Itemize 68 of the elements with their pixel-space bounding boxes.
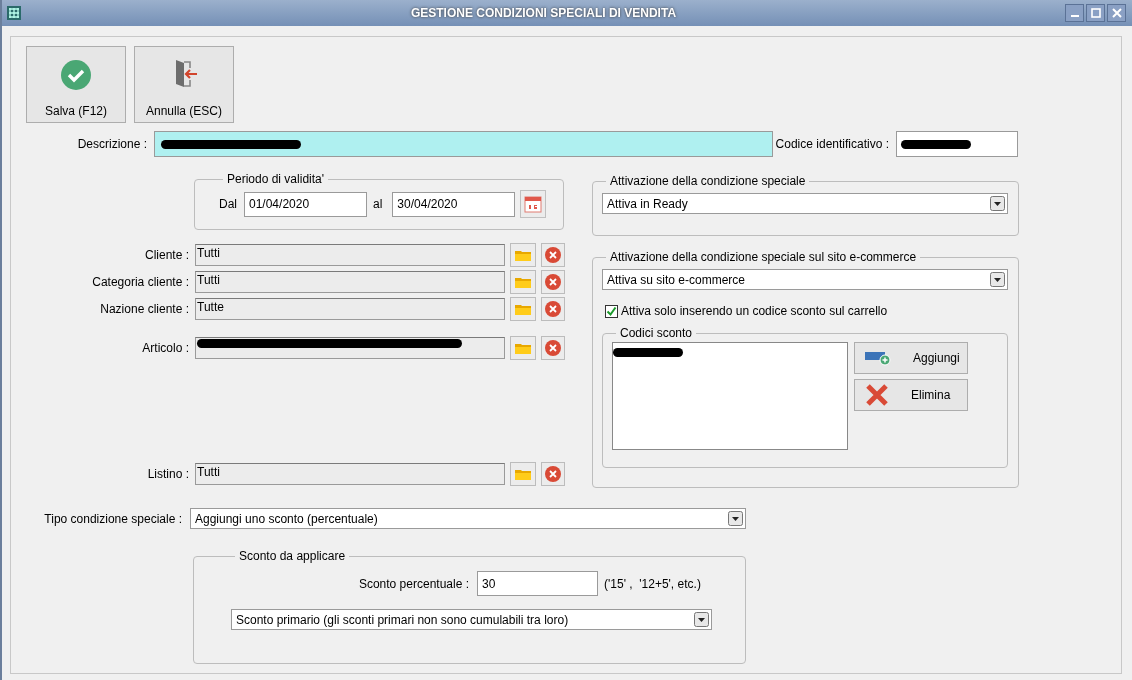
maximize-button[interactable] — [1086, 4, 1105, 22]
field-label: Descrizione : — [76, 137, 147, 151]
field-label: Tipo condizione speciale : — [43, 511, 182, 526]
dropdown[interactable]: Attiva su sito e-commerce — [602, 269, 1008, 290]
cross-icon — [865, 383, 889, 407]
date-field[interactable]: 01/04/2020 — [244, 191, 367, 217]
folder-icon — [515, 249, 531, 261]
group-title: Attivazione della condizione speciale sul sito e-commerce — [609, 250, 918, 264]
field-label: Articolo : — [141, 341, 189, 355]
calendar-icon — [524, 195, 543, 213]
close-button[interactable] — [1107, 4, 1126, 22]
description-field[interactable] — [154, 131, 773, 157]
cancel-button[interactable]: Annulla (ESC) — [134, 46, 234, 123]
field-label: Codice identificativo : — [774, 137, 889, 151]
field-label: Sconto percentuale : — [357, 576, 469, 591]
clear-button[interactable] — [541, 336, 565, 360]
close-circle-icon — [545, 301, 561, 317]
group-title: Attivazione della condizione speciale — [609, 174, 807, 188]
delete-button[interactable]: Elimina — [854, 379, 968, 411]
clear-button[interactable] — [541, 297, 565, 321]
checkbox-label: Attiva solo inserendo un codice sconto sul carrello — [621, 304, 888, 318]
checkbox[interactable] — [605, 304, 618, 318]
selection-field[interactable]: Tutte — [195, 298, 505, 320]
app-icon — [6, 5, 22, 21]
field-label: Nazione cliente : — [99, 302, 189, 316]
selection-field[interactable]: Tutti — [195, 244, 505, 266]
percent-field[interactable]: 30 — [477, 571, 598, 596]
format-hint: ('15' , '12+5', etc.) — [604, 576, 701, 591]
check-circle-icon — [61, 60, 91, 90]
folder-icon — [515, 342, 531, 354]
clear-button[interactable] — [541, 243, 565, 267]
selection-field[interactable]: Tutti — [195, 463, 505, 485]
maximize-icon — [1090, 8, 1101, 18]
redaction-mark — [901, 139, 971, 149]
folder-icon — [515, 303, 531, 315]
field-label: Listino : — [146, 467, 189, 481]
selection-field[interactable] — [195, 337, 505, 359]
group-title: Sconto da applicare — [238, 549, 347, 563]
codes-list[interactable] — [612, 342, 848, 450]
close-circle-icon — [545, 466, 561, 482]
add-button[interactable]: Aggiungi — [854, 342, 968, 374]
window-title: GESTIONE CONDIZIONI SPECIALI DI VENDITA — [409, 6, 678, 20]
folder-icon — [515, 276, 531, 288]
group-title: Codici sconto — [619, 326, 694, 340]
close-circle-icon — [545, 247, 561, 263]
clear-button[interactable] — [541, 462, 565, 486]
clear-button[interactable] — [541, 270, 565, 294]
field-label: Dal — [219, 197, 237, 211]
selection-field[interactable]: Tutti — [195, 271, 505, 293]
field-label: Cliente : — [143, 248, 189, 262]
close-icon — [1111, 8, 1122, 18]
group-title: Periodo di validita' — [226, 172, 325, 186]
field-label: al — [373, 197, 383, 211]
date-field[interactable]: 30/04/2020 — [392, 191, 516, 217]
redaction-mark — [613, 348, 683, 357]
dropdown[interactable]: Sconto primario (gli sconti primari non sono cumulabili tra loro) — [231, 609, 712, 630]
calendar-button[interactable] — [520, 190, 547, 218]
folder-icon — [515, 468, 531, 480]
close-circle-icon — [545, 340, 561, 356]
minimize-icon — [1070, 15, 1079, 17]
code-field[interactable] — [896, 131, 1018, 157]
dropdown[interactable]: Attiva in Ready — [602, 193, 1008, 214]
add-card-icon — [865, 350, 891, 366]
field-label: Categoria cliente : — [91, 275, 189, 289]
minimize-button[interactable] — [1065, 4, 1084, 22]
dropdown[interactable]: Aggiungi uno sconto (percentuale) — [190, 508, 746, 529]
close-circle-icon — [545, 274, 561, 290]
save-button[interactable]: Salva (F12) — [26, 46, 126, 123]
